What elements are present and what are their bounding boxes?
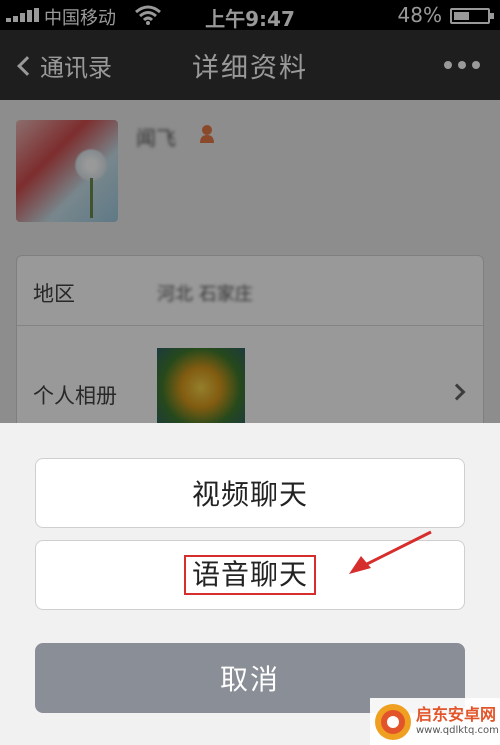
voice-call-label: 语音聊天 [183, 555, 316, 595]
watermark: 启东安卓网 www.qdlktq.com [370, 698, 500, 745]
watermark-logo-icon [375, 703, 411, 740]
watermark-url: www.qdlktq.com [416, 725, 499, 736]
cancel-label: 取消 [219, 663, 280, 696]
annotation-arrow-icon [349, 530, 432, 574]
action-sheet: 视频聊天 语音聊天 取消 [0, 423, 500, 745]
watermark-name: 启东安卓网 [416, 705, 497, 724]
video-call-label: 视频聊天 [191, 478, 308, 511]
video-call-button[interactable]: 视频聊天 [35, 458, 465, 528]
